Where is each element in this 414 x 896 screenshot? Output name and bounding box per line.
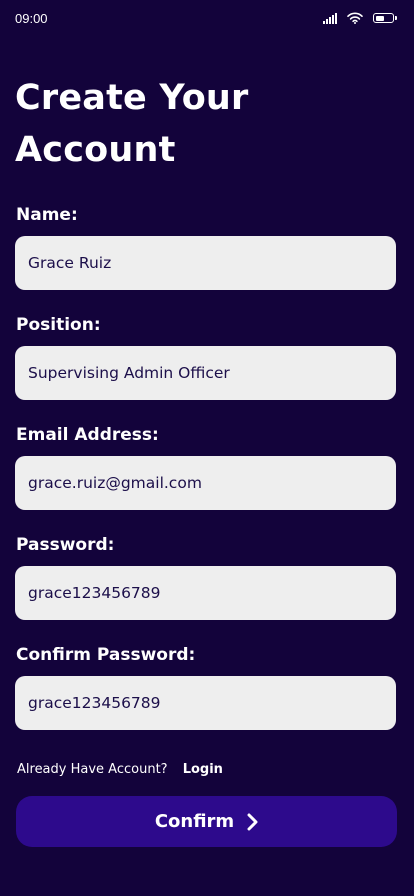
status-time: 09:00 — [15, 11, 48, 26]
password-field[interactable] — [15, 566, 396, 620]
name-label: Name: — [16, 205, 78, 225]
name-field[interactable] — [15, 236, 396, 290]
confirm-button[interactable]: Confirm — [16, 796, 397, 847]
email-field[interactable] — [15, 456, 396, 510]
position-label: Position: — [16, 315, 101, 335]
cellular-signal-icon — [323, 12, 337, 24]
login-prompt-text: Already Have Account? — [17, 762, 168, 777]
confirm-button-label: Confirm — [154, 811, 235, 832]
battery-level — [375, 15, 385, 21]
confirm-password-label: Confirm Password: — [16, 645, 196, 665]
battery-icon — [373, 13, 397, 23]
position-field[interactable] — [15, 346, 396, 400]
status-bar: 09:00 — [0, 0, 414, 40]
password-label: Password: — [16, 535, 115, 555]
login-link[interactable]: Login — [183, 762, 223, 777]
login-prompt: Already Have Account? Login — [17, 762, 223, 777]
wifi-icon — [347, 12, 363, 24]
page-title: Create Your Account — [15, 78, 249, 170]
confirm-password-field[interactable] — [15, 676, 396, 730]
chevron-right-icon — [247, 813, 258, 830]
email-label: Email Address: — [16, 425, 159, 445]
status-icons — [323, 12, 397, 24]
